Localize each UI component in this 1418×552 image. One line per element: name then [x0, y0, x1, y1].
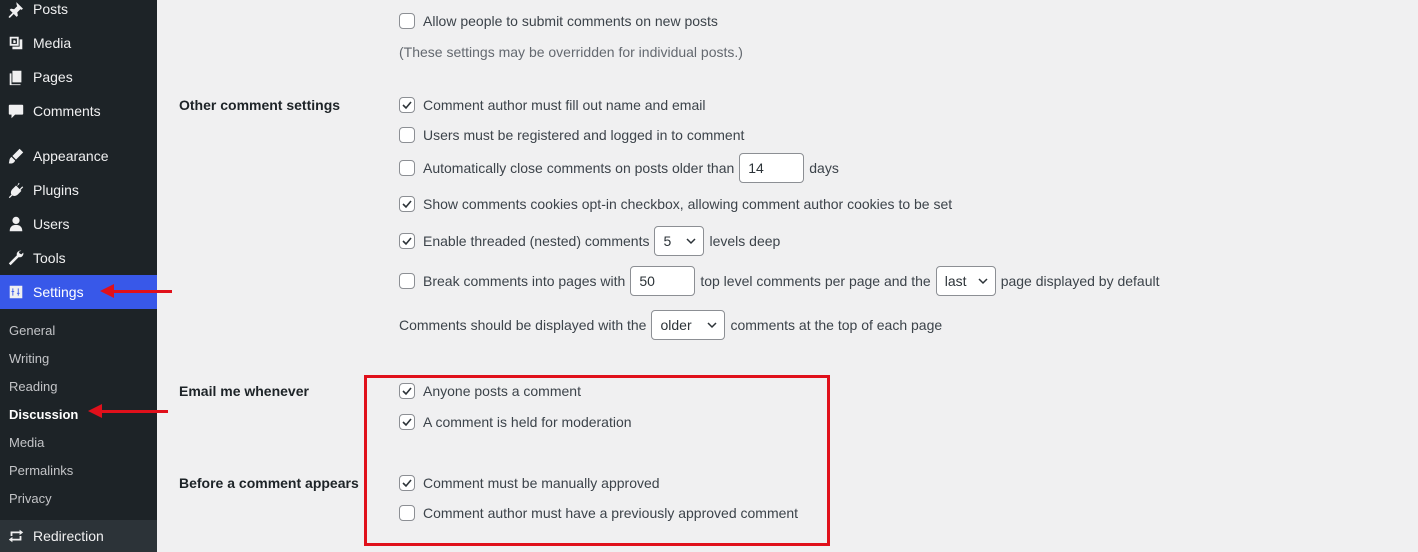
option-allow-new-posts: Allow people to submit comments on new p… — [399, 13, 718, 29]
option-auto-close: Automatically close comments on posts ol… — [399, 153, 839, 183]
settings-submenu: General Writing Reading Discussion Media… — [0, 309, 157, 520]
label-threaded: Enable threaded (nested) comments — [423, 233, 650, 249]
option-cookies-optin: Show comments cookies opt-in checkbox, a… — [399, 196, 952, 212]
option-paged: Break comments into pages with 50 top le… — [399, 266, 1160, 296]
comments-per-page-input[interactable]: 50 — [630, 266, 696, 296]
menu-comments[interactable]: Comments — [0, 94, 157, 128]
menu-plugins-label: Plugins — [33, 182, 79, 198]
checkbox-auto-close[interactable] — [399, 160, 415, 176]
option-order: Comments should be displayed with the ol… — [399, 310, 942, 340]
label-days: days — [809, 160, 839, 176]
admin-sidebar: Posts Media Pages Comments Appearance Pl… — [0, 0, 157, 552]
submenu-reading[interactable]: Reading — [9, 379, 57, 394]
comment-icon — [6, 101, 26, 121]
menu-settings-label: Settings — [33, 284, 84, 300]
user-icon — [6, 214, 26, 234]
label-cookies-optin: Show comments cookies opt-in checkbox, a… — [423, 196, 953, 212]
plugin-icon — [6, 180, 26, 200]
threaded-depth-select[interactable]: 5 — [654, 226, 705, 256]
default-page-value: last — [944, 273, 967, 289]
option-require-name-email: Comment author must fill out name and em… — [399, 97, 705, 113]
menu-appearance-label: Appearance — [33, 148, 109, 164]
default-page-select[interactable]: last — [935, 266, 996, 296]
comment-order-value: older — [660, 317, 692, 333]
submenu-media[interactable]: Media — [9, 435, 44, 450]
annotation-arrow-settings — [100, 284, 172, 298]
checkbox-threaded[interactable] — [399, 233, 415, 249]
threaded-depth-value: 5 — [663, 233, 672, 249]
annotation-highlight-box — [364, 375, 830, 546]
menu-tools[interactable]: Tools — [0, 241, 157, 275]
auto-close-days-input[interactable]: 14 — [739, 153, 805, 183]
heading-other-comment-settings: Other comment settings — [179, 97, 341, 113]
label-auto-close: Automatically close comments on posts ol… — [423, 160, 735, 176]
submenu-writing[interactable]: Writing — [9, 351, 49, 366]
menu-redirection-label: Redirection — [33, 528, 104, 544]
menu-posts[interactable]: Posts — [0, 0, 157, 26]
chevron-down-icon — [978, 278, 988, 285]
option-threaded: Enable threaded (nested) comments 5 leve… — [399, 226, 780, 256]
pin-icon — [6, 0, 26, 19]
media-icon — [6, 33, 26, 53]
menu-users[interactable]: Users — [0, 207, 157, 241]
menu-pages-label: Pages — [33, 69, 73, 85]
chevron-down-icon — [707, 322, 717, 329]
label-allow-new-posts: Allow people to submit comments on new p… — [423, 13, 718, 29]
checkbox-require-name-email[interactable] — [399, 97, 415, 113]
menu-plugins[interactable]: Plugins — [0, 173, 157, 207]
heading-before-comment-appears: Before a comment appears — [179, 475, 359, 491]
checkmark-icon — [402, 200, 412, 209]
menu-media[interactable]: Media — [0, 26, 157, 60]
override-note: (These settings may be overridden for in… — [399, 44, 743, 60]
menu-redirection[interactable]: Redirection — [0, 520, 157, 552]
label-paged: Break comments into pages with — [423, 273, 626, 289]
wrench-icon — [6, 248, 26, 268]
menu-tools-label: Tools — [33, 250, 66, 266]
brush-icon — [6, 146, 26, 166]
heading-email-me-whenever: Email me whenever — [179, 383, 309, 399]
submenu-privacy[interactable]: Privacy — [9, 491, 52, 506]
label-order-suffix: comments at the top of each page — [730, 317, 943, 333]
menu-comments-label: Comments — [33, 103, 101, 119]
checkmark-icon — [402, 101, 412, 110]
submenu-permalinks[interactable]: Permalinks — [9, 463, 73, 478]
submenu-discussion[interactable]: Discussion — [9, 407, 78, 422]
menu-posts-label: Posts — [33, 1, 69, 17]
comment-order-select[interactable]: older — [651, 310, 726, 340]
menu-users-label: Users — [33, 216, 70, 232]
checkbox-paged[interactable] — [399, 273, 415, 289]
settings-icon — [6, 282, 26, 302]
checkbox-allow-new-posts[interactable] — [399, 13, 415, 29]
label-levels-deep: levels deep — [709, 233, 781, 249]
label-paged-middle: top level comments per page and the — [700, 273, 931, 289]
pages-icon — [6, 67, 26, 87]
annotation-arrow-discussion — [88, 404, 168, 418]
menu-media-label: Media — [33, 35, 72, 51]
checkbox-registered-only[interactable] — [399, 127, 415, 143]
label-paged-suffix: page displayed by default — [1000, 273, 1160, 289]
option-registered-only: Users must be registered and logged in t… — [399, 127, 744, 143]
checkbox-cookies-optin[interactable] — [399, 196, 415, 212]
label-order-prefix: Comments should be displayed with the — [399, 317, 647, 333]
chevron-down-icon — [686, 238, 696, 245]
checkmark-icon — [402, 237, 412, 246]
menu-appearance[interactable]: Appearance — [0, 139, 157, 173]
submenu-general[interactable]: General — [9, 323, 55, 338]
label-require-name-email: Comment author must fill out name and em… — [423, 97, 706, 113]
menu-pages[interactable]: Pages — [0, 60, 157, 94]
redirect-icon — [6, 526, 26, 546]
label-registered-only: Users must be registered and logged in t… — [423, 127, 745, 143]
